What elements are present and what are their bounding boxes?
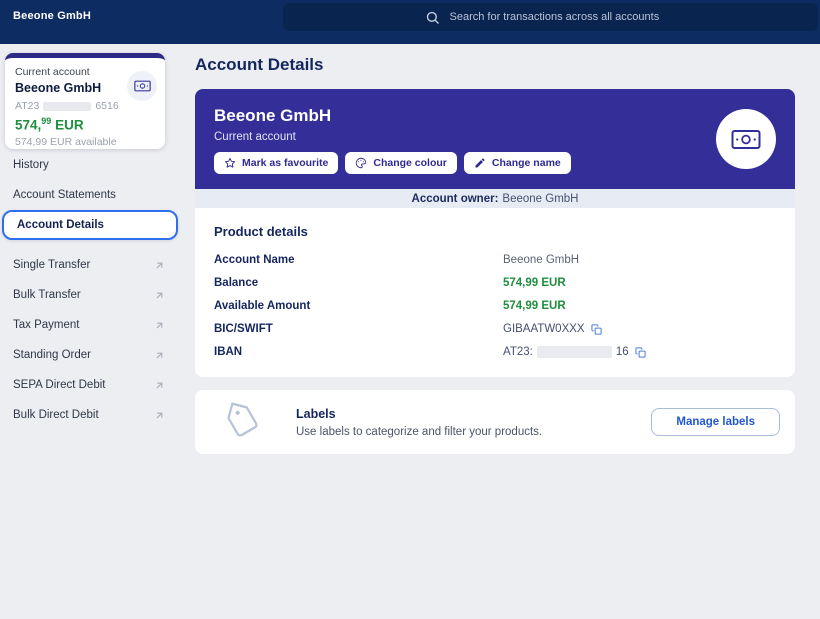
sidebar-item-single-transfer[interactable]: Single Transfer xyxy=(0,250,180,280)
hero-account-type: Current account xyxy=(214,131,795,143)
sidebar-item-account-details[interactable]: Account Details xyxy=(2,210,178,240)
detail-label: Account Name xyxy=(214,254,503,266)
sidebar-item-label: Tax Payment xyxy=(13,319,79,331)
balance-decimals: 99 xyxy=(41,116,51,126)
detail-value: 574,99 EUR xyxy=(503,277,566,289)
account-owner-label: Account owner: xyxy=(412,193,499,205)
sidebar-item-bulk-direct-debit[interactable]: Bulk Direct Debit xyxy=(0,400,180,430)
manage-labels-button[interactable]: Manage labels xyxy=(651,408,780,436)
banknote-icon xyxy=(716,109,776,169)
sidebar-item-label: Account Details xyxy=(17,219,104,231)
available-amount-label: 574,99 EUR available xyxy=(15,136,155,148)
sidebar-item-label: History xyxy=(13,159,49,171)
sidebar-item-label: Single Transfer xyxy=(13,259,90,271)
top-navigation-bar: Beeone GmbH xyxy=(0,0,820,44)
sidebar-menu: History Account Statements Account Detai… xyxy=(0,150,180,430)
detail-label: IBAN xyxy=(214,346,503,358)
main-content: Account Details Beeone GmbH Current acco… xyxy=(195,55,795,454)
sidebar-item-sepa-direct-debit[interactable]: SEPA Direct Debit xyxy=(0,370,180,400)
product-details-title: Product details xyxy=(214,224,776,239)
iban-suffix: 16 xyxy=(616,346,629,358)
account-hero-card: Beeone GmbH Current account Mark as favo… xyxy=(195,89,795,189)
iban-prefix: AT23 xyxy=(15,100,39,112)
page-title: Account Details xyxy=(195,55,795,75)
app-brand-title: Beeone GmbH xyxy=(13,10,91,22)
sidebar-item-account-statements[interactable]: Account Statements xyxy=(0,180,180,210)
button-label: Mark as favourite xyxy=(242,157,328,169)
palette-icon xyxy=(355,157,367,169)
account-summary-card[interactable]: Current account Beeone GmbH AT23 6516 57… xyxy=(5,53,165,149)
search-input[interactable] xyxy=(448,10,677,24)
detail-row-balance: Balance 574,99 EUR xyxy=(214,276,776,290)
button-label: Change name xyxy=(492,157,561,169)
change-name-button[interactable]: Change name xyxy=(464,152,571,174)
hero-actions: Mark as favourite Change colour xyxy=(214,152,795,174)
sidebar-item-bulk-transfer[interactable]: Bulk Transfer xyxy=(0,280,180,310)
account-owner-bar: Account owner: Beeone GmbH xyxy=(195,189,795,208)
detail-label: BIC/SWIFT xyxy=(214,323,503,335)
iban-suffix: 6516 xyxy=(95,100,118,112)
sidebar-item-label: Bulk Direct Debit xyxy=(13,409,99,421)
sidebar-item-tax-payment[interactable]: Tax Payment xyxy=(0,310,180,340)
sidebar-item-label: Bulk Transfer xyxy=(13,289,81,301)
copy-icon[interactable] xyxy=(591,324,602,335)
copy-icon[interactable] xyxy=(635,347,646,358)
search-icon xyxy=(425,10,440,25)
iban-redacted-segment xyxy=(537,346,612,358)
sidebar-item-label: SEPA Direct Debit xyxy=(13,379,105,391)
change-colour-button[interactable]: Change colour xyxy=(345,152,457,174)
iban-prefix: AT23: xyxy=(503,346,533,358)
sidebar-item-label: Account Statements xyxy=(13,189,116,201)
sidebar-item-standing-order[interactable]: Standing Order xyxy=(0,340,180,370)
detail-label: Available Amount xyxy=(214,300,503,312)
button-label: Change colour xyxy=(373,157,447,169)
balance-currency: EUR xyxy=(55,118,84,133)
bic-value: GIBAATW0XXX xyxy=(503,323,585,335)
detail-row-iban: IBAN AT23: 16 xyxy=(214,345,776,359)
pencil-icon xyxy=(474,157,486,169)
labels-description: Use labels to categorize and filter your… xyxy=(296,426,542,438)
detail-value: Beeone GmbH xyxy=(503,254,579,266)
arrow-up-right-icon xyxy=(154,380,165,391)
detail-row-account-name: Account Name Beeone GmbH xyxy=(214,253,776,267)
account-balance: 574,99 EUR xyxy=(15,116,155,133)
arrow-up-right-icon xyxy=(154,320,165,331)
detail-row-available-amount: Available Amount 574,99 EUR xyxy=(214,299,776,313)
sidebar-item-history[interactable]: History xyxy=(0,150,180,180)
account-owner-value: Beeone GmbH xyxy=(502,193,578,205)
arrow-up-right-icon xyxy=(154,350,165,361)
mark-as-favourite-button[interactable]: Mark as favourite xyxy=(214,152,338,174)
detail-value: 574,99 EUR xyxy=(503,300,566,312)
detail-value: GIBAATW0XXX xyxy=(503,323,602,335)
detail-value: AT23: 16 xyxy=(503,346,646,358)
labels-text-block: Labels Use labels to categorize and filt… xyxy=(296,407,542,438)
detail-label: Balance xyxy=(214,277,503,289)
labels-title: Labels xyxy=(296,407,542,421)
iban-redacted-segment xyxy=(43,102,91,111)
detail-row-bic-swift: BIC/SWIFT GIBAATW0XXX xyxy=(214,322,776,336)
tag-icon xyxy=(221,400,265,444)
global-search[interactable] xyxy=(283,3,818,31)
star-icon xyxy=(224,157,236,169)
hero-account-name: Beeone GmbH xyxy=(214,89,795,126)
account-iban-masked: AT23 6516 xyxy=(15,100,155,112)
arrow-up-right-icon xyxy=(154,260,165,271)
banknote-icon xyxy=(127,71,157,101)
sidebar-item-label: Standing Order xyxy=(13,349,91,361)
product-details-card: Product details Account Name Beeone GmbH… xyxy=(195,208,795,377)
arrow-up-right-icon xyxy=(154,290,165,301)
balance-integer: 574, xyxy=(15,118,41,133)
labels-card: Labels Use labels to categorize and filt… xyxy=(195,390,795,454)
arrow-up-right-icon xyxy=(154,410,165,421)
menu-divider-gap xyxy=(0,240,180,250)
